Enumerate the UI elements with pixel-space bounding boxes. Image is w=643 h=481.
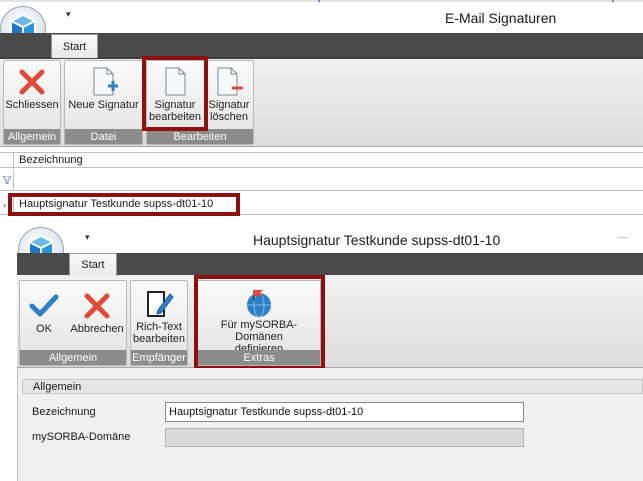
filter-icon[interactable] (3, 176, 11, 184)
delete-signature-label: Signatur löschen (208, 99, 250, 123)
minimize-icon[interactable] (618, 237, 628, 238)
top-strip-mark (318, 0, 320, 2)
ok-button-label: OK (36, 323, 52, 335)
delete-document-icon (212, 65, 246, 99)
new-signature-button[interactable]: Neue Signatur (65, 61, 142, 131)
cancel-button-label: Abbrechen (70, 323, 124, 335)
rich-text-edit-button[interactable]: Rich-Text bearbeiten (131, 281, 187, 351)
window-title: E-Mail Signaturen (445, 10, 557, 26)
rich-text-edit-icon (142, 287, 176, 321)
section-header[interactable]: Allgemein (22, 379, 643, 394)
close-button-label: Schliessen (5, 99, 59, 111)
ribbon-group-allgemein: OK Abbrechen Allgemein (19, 280, 127, 366)
tab-start[interactable]: Start (69, 253, 117, 276)
new-signature-label: Neue Signatur (68, 99, 139, 111)
column-separator (13, 171, 14, 191)
group-label-empfaenger: Empfänger (131, 350, 187, 365)
highlight-extras-group (194, 275, 325, 370)
quick-access-dropdown-icon[interactable]: ▾ (66, 9, 71, 20)
edit-signature-window: ▾ Hauptsignatur Testkunde supss-dt01-10 … (17, 224, 643, 481)
group-label-allgemein: Allgemein (20, 350, 126, 365)
ok-button[interactable]: OK (20, 281, 68, 351)
rich-text-edit-label: Rich-Text bearbeiten (133, 321, 185, 345)
bezeichnung-input[interactable] (165, 402, 524, 422)
highlight-signature-row (8, 193, 240, 216)
bezeichnung-label: Bezeichnung (32, 406, 96, 418)
top-strip-mark (612, 0, 614, 2)
grid-header: Bezeichnung (0, 152, 643, 169)
group-label-bearbeiten: Bearbeiten (147, 129, 253, 144)
cancel-button[interactable]: Abbrechen (68, 281, 126, 351)
close-x-icon (15, 65, 49, 99)
window-title: Hauptsignatur Testkunde supss-dt01-10 (253, 232, 501, 248)
group-label-allgemein: Allgemein (4, 129, 60, 144)
domain-label: mySORBA-Domäne (32, 431, 131, 443)
top-strip (0, 0, 643, 2)
checkmark-icon (27, 289, 61, 323)
group-label-datei: Datei (65, 129, 142, 144)
section-title: Allgemein (33, 381, 82, 393)
new-document-icon (87, 65, 121, 99)
ribbon-group-empfaenger: Rich-Text bearbeiten Empfänger (130, 280, 188, 366)
tab-start[interactable]: Start (51, 34, 98, 58)
grid-filter-row[interactable] (0, 171, 643, 191)
delete-signature-button[interactable]: Signatur löschen (205, 61, 253, 131)
close-button[interactable]: Schliessen (4, 61, 60, 131)
highlight-edit-signature (142, 56, 208, 131)
cancel-x-icon (80, 289, 114, 323)
row-indicator-icon: › (3, 200, 6, 210)
column-separator (13, 153, 14, 169)
ribbon-group-datei: Neue Signatur Datei (64, 60, 143, 145)
domain-field[interactable] (165, 428, 524, 447)
column-header-bezeichnung[interactable]: Bezeichnung (19, 154, 83, 166)
quick-access-dropdown-icon[interactable]: ▾ (85, 232, 90, 243)
ribbon-group-allgemein: Schliessen Allgemein (3, 60, 61, 145)
